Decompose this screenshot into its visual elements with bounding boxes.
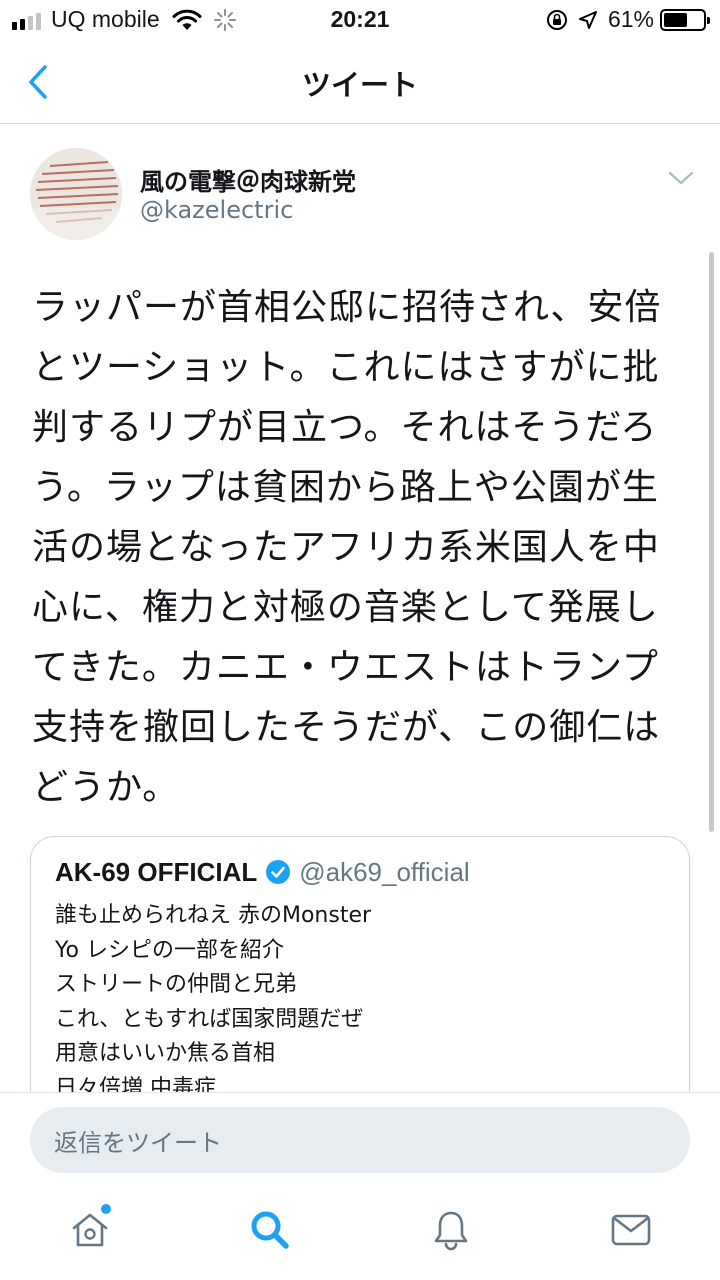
page-title: ツイート: [301, 68, 418, 102]
quoted-tweet-text: 誰も止められねえ 赤のMonster Yo レシピの一部を紹介 ストリートの仲間…: [55, 899, 665, 1092]
battery-percent: 61%: [607, 6, 654, 32]
quoted-text-line: 日々倍増 中毒症: [55, 1075, 216, 1093]
tab-home[interactable]: [68, 1208, 112, 1252]
reply-bar: 返信をツイート: [0, 1092, 720, 1188]
author-handle[interactable]: @kazelectric: [140, 196, 293, 224]
new-content-dot: [101, 1204, 111, 1214]
quoted-text-line: これ、ともすれば国家問題だぜ: [55, 1006, 364, 1032]
bell-icon: [434, 1211, 468, 1251]
battery-level: [664, 12, 688, 27]
quoted-text-line: Yo レシピの一部を紹介: [55, 937, 284, 963]
scrollbar[interactable]: [709, 252, 714, 832]
chevron-down-icon[interactable]: [668, 170, 694, 186]
tweet: 風の電撃＠肉球新党 @kazelectric ラッパーが首相公邸に招待され、安倍…: [0, 124, 720, 1092]
tab-notifications[interactable]: [429, 1208, 473, 1252]
search-icon: [251, 1211, 289, 1249]
battery-icon: [660, 8, 710, 31]
home-icon: [72, 1213, 108, 1247]
quoted-tweet[interactable]: AK-69 OFFICIAL @ak69_official 誰も止められねえ 赤…: [30, 836, 690, 1092]
quoted-text-line: 誰も止められねえ 赤のMonster: [55, 903, 372, 928]
quoted-author-name: AK-69 OFFICIAL: [55, 856, 258, 887]
tab-bar: [0, 1188, 720, 1280]
reply-input[interactable]: 返信をツイート: [30, 1107, 690, 1173]
quoted-text-line: 用意はいいか焦る首相: [55, 1041, 276, 1066]
verified-badge-icon: [266, 860, 291, 884]
mail-icon: [611, 1214, 651, 1246]
tab-search[interactable]: [248, 1208, 292, 1252]
avatar-image: [30, 148, 122, 240]
quoted-author-handle: @ak69_official: [299, 856, 470, 887]
nav-header: ツイート: [0, 40, 720, 124]
tweet-text: ラッパーが首相公邸に招待され、安倍とツーショット。これにはさすがに批判するリプが…: [32, 287, 662, 808]
orientation-lock-icon: [546, 9, 567, 30]
tab-messages[interactable]: [609, 1208, 653, 1252]
avatar[interactable]: [30, 148, 122, 240]
quoted-text-line: ストリートの仲間と兄弟: [55, 972, 298, 997]
quoted-tweet-header: AK-69 OFFICIAL @ak69_official: [55, 857, 665, 887]
location-arrow-icon: [578, 10, 597, 29]
author-name[interactable]: 風の電撃＠肉球新党: [140, 162, 356, 197]
status-bar: UQ mobile 20:21 61%: [0, 0, 720, 40]
